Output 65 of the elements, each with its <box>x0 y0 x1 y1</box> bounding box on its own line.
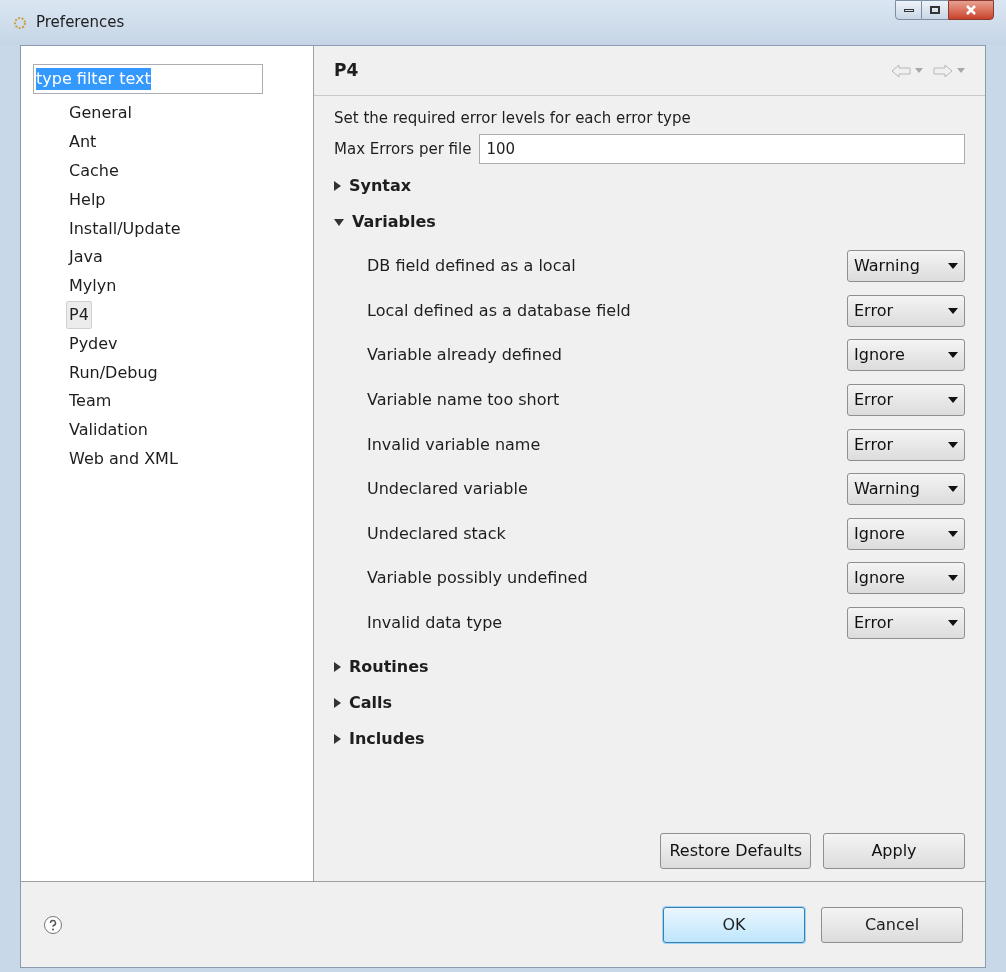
dialog-button[interactable]: Cancel <box>821 906 963 943</box>
sidebar-item[interactable]: Ant <box>66 127 100 157</box>
caret-icon <box>948 263 958 270</box>
setting-label: Local defined as a database field <box>367 299 631 322</box>
caret-down-icon <box>334 218 344 226</box>
page-button[interactable]: Apply <box>823 833 965 869</box>
sidebar-item[interactable]: Java <box>66 243 106 272</box>
level-dropdown[interactable]: Error <box>847 384 965 417</box>
max-errors-field[interactable]: 100 <box>479 134 965 164</box>
help-icon[interactable] <box>43 914 63 935</box>
sidebar-item[interactable]: Help <box>66 185 109 215</box>
level-dropdown[interactable]: Warning <box>847 250 965 283</box>
level-dropdown[interactable]: Ignore <box>847 517 965 550</box>
setting-label: Undeclared stack <box>367 522 506 545</box>
level-dropdown[interactable]: Warning <box>847 473 965 506</box>
field-label: Max Errors per file <box>334 138 472 160</box>
level-dropdown[interactable]: Ignore <box>847 562 965 595</box>
setting-label: Variable name too short <box>367 389 560 412</box>
sidebar-item[interactable]: Cache <box>66 156 122 186</box>
caret-icon <box>948 307 958 314</box>
caret-icon <box>948 575 958 582</box>
description-text: Set the required error levels for each error type <box>334 108 692 128</box>
level-dropdown[interactable]: Error <box>847 294 965 327</box>
caret-right-icon <box>334 662 341 673</box>
caret-icon <box>948 620 958 627</box>
sun-icon <box>12 14 28 31</box>
caret-right-icon <box>334 734 341 745</box>
section-toggle[interactable]: Variables <box>334 204 965 240</box>
setting-label: Variable possibly undefined <box>367 567 588 590</box>
caret-icon <box>948 352 958 359</box>
sidebar-item[interactable]: P4 <box>66 300 92 330</box>
page-button[interactable]: Restore Defaults <box>660 833 811 869</box>
window-title: Preferences <box>36 12 125 34</box>
section-toggle[interactable]: Includes <box>334 721 965 758</box>
caret-icon <box>948 441 958 448</box>
setting-label: Undeclared variable <box>367 478 528 501</box>
sidebar-item[interactable]: Mylyn <box>66 271 120 301</box>
dialog-button[interactable]: OK <box>663 906 805 943</box>
sidebar-item[interactable]: Team <box>66 386 115 416</box>
close-icon <box>965 5 977 15</box>
sidebar-item[interactable]: Pydev <box>66 329 121 359</box>
caret-icon <box>948 397 958 404</box>
close-button[interactable] <box>948 0 994 20</box>
level-dropdown[interactable]: Error <box>847 428 965 461</box>
caret-right-icon <box>334 181 341 191</box>
level-dropdown[interactable]: Error <box>847 607 965 640</box>
sidebar-item[interactable]: General <box>66 99 136 128</box>
sidebar-item[interactable]: Install/Update <box>66 214 184 243</box>
sidebar-item[interactable]: Web and XML <box>66 444 181 474</box>
sidebar-item[interactable]: Validation <box>66 415 151 445</box>
setting-label: Invalid data type <box>367 612 503 635</box>
caret-icon <box>948 486 958 493</box>
setting-label: Variable already defined <box>367 344 562 367</box>
minimize-button[interactable] <box>895 0 922 20</box>
level-dropdown[interactable]: Ignore <box>847 339 965 372</box>
caret-right-icon <box>334 698 341 709</box>
sidebar-item[interactable]: Run/Debug <box>66 358 161 387</box>
section-toggle[interactable]: Calls <box>334 685 965 722</box>
setting-label: DB field defined as a local <box>367 255 576 278</box>
section-toggle[interactable]: Syntax <box>334 168 965 204</box>
section-toggle[interactable]: Routines <box>334 649 965 686</box>
caret-icon <box>948 530 958 537</box>
maximize-button[interactable] <box>922 0 948 20</box>
setting-label: Invalid variable name <box>367 433 541 456</box>
page-title: P4 <box>334 58 359 82</box>
